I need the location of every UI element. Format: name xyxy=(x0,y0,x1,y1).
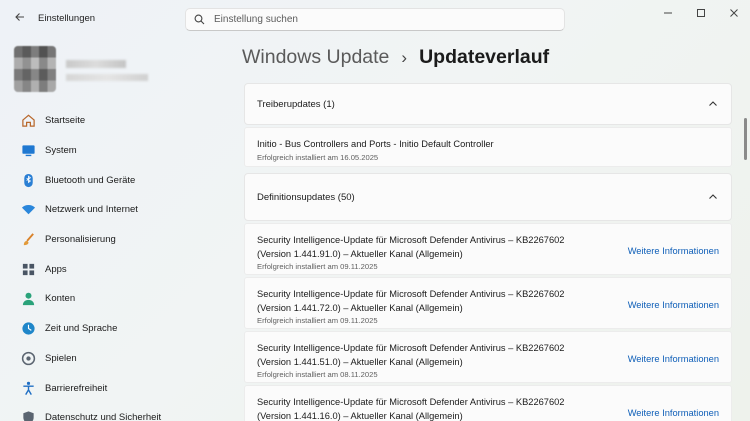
home-icon xyxy=(19,112,37,130)
scrollbar-thumb[interactable] xyxy=(744,118,747,160)
title-bar: Einstellungen xyxy=(0,0,750,38)
sidebar-nav: Startseite System Bluetooth und Geräte N… xyxy=(10,106,230,421)
update-status: Erfolgreich installiert am 09.11.2025 xyxy=(257,262,378,271)
update-title: Security Intelligence-Update für Microso… xyxy=(257,396,607,421)
sidebar-item-label: Personalisierung xyxy=(45,234,116,246)
definition-update-entry: Security Intelligence-Update für Microso… xyxy=(244,277,732,329)
sidebar-item-label: Bluetooth und Geräte xyxy=(45,174,136,186)
update-title-line2: (Version 1.441.16.0) – Aktueller Kanal (… xyxy=(257,410,463,421)
driver-update-entry: Initio - Bus Controllers and Ports - Ini… xyxy=(244,127,732,167)
person-icon xyxy=(19,290,37,308)
sidebar: Startseite System Bluetooth und Geräte N… xyxy=(0,38,235,421)
driver-updates-header[interactable]: Treiberupdates (1) xyxy=(244,83,732,125)
update-title-line2: (Version 1.441.51.0) – Aktueller Kanal (… xyxy=(257,356,463,367)
bluetooth-icon xyxy=(19,171,37,189)
definition-updates-header[interactable]: Definitionsupdates (50) xyxy=(244,173,732,221)
update-title-line2: (Version 1.441.91.0) – Aktueller Kanal (… xyxy=(257,248,463,259)
sidebar-item-zeit-sprache[interactable]: Zeit und Sprache xyxy=(10,314,230,344)
window-controls xyxy=(651,0,750,26)
maximize-icon[interactable] xyxy=(684,0,717,26)
sidebar-item-label: Zeit und Sprache xyxy=(45,323,118,335)
sidebar-item-datenschutz[interactable]: Datenschutz und Sicherheit xyxy=(10,403,230,421)
gamepad-icon xyxy=(19,349,37,367)
user-name-redacted xyxy=(66,60,126,68)
update-title: Security Intelligence-Update für Microso… xyxy=(257,234,607,261)
sidebar-item-personalisierung[interactable]: Personalisierung xyxy=(10,225,230,255)
user-profile[interactable] xyxy=(14,46,234,96)
breadcrumb-separator: › xyxy=(401,47,408,67)
sidebar-item-apps[interactable]: Apps xyxy=(10,254,230,284)
sidebar-item-system[interactable]: System xyxy=(10,136,230,166)
more-info-link[interactable]: Weitere Informationen xyxy=(628,408,719,418)
breadcrumb: Windows Update › Updateverlauf xyxy=(242,46,549,69)
section-title: Treiberupdates (1) xyxy=(257,98,335,110)
breadcrumb-parent-link[interactable]: Windows Update xyxy=(242,46,389,69)
globe-clock-icon xyxy=(19,320,37,338)
close-icon[interactable] xyxy=(717,0,750,26)
search-box[interactable] xyxy=(185,8,565,31)
user-email-redacted xyxy=(66,74,148,81)
definition-update-entry: Security Intelligence-Update für Microso… xyxy=(244,331,732,383)
sidebar-item-label: Spielen xyxy=(45,352,77,364)
sidebar-item-label: Barrierefreiheit xyxy=(45,382,108,394)
page-title: Updateverlauf xyxy=(419,46,550,68)
sidebar-item-label: Apps xyxy=(45,263,67,275)
sidebar-item-startseite[interactable]: Startseite xyxy=(10,106,230,136)
shield-icon xyxy=(19,409,37,421)
update-title-line2: (Version 1.441.72.0) – Aktueller Kanal (… xyxy=(257,302,463,313)
sidebar-item-label: Startseite xyxy=(45,115,86,127)
sidebar-item-label: System xyxy=(45,145,77,157)
chevron-up-icon[interactable] xyxy=(707,98,719,110)
monitor-icon xyxy=(19,142,37,160)
update-title: Security Intelligence-Update für Microso… xyxy=(257,342,607,369)
update-status: Erfolgreich installiert am 09.11.2025 xyxy=(257,316,378,325)
search-input[interactable] xyxy=(214,14,544,25)
sidebar-item-konten[interactable]: Konten xyxy=(10,284,230,314)
section-title: Definitionsupdates (50) xyxy=(257,191,355,203)
search-icon xyxy=(194,14,208,25)
sidebar-item-spielen[interactable]: Spielen xyxy=(10,344,230,374)
accessibility-icon xyxy=(19,379,37,397)
minimize-icon[interactable] xyxy=(651,0,684,26)
sidebar-item-label: Datenschutz und Sicherheit xyxy=(45,412,162,421)
wifi-icon xyxy=(19,201,37,219)
apps-icon xyxy=(19,260,37,278)
app-title: Einstellungen xyxy=(38,13,96,24)
sidebar-item-label: Konten xyxy=(45,293,76,305)
definition-update-entry: Security Intelligence-Update für Microso… xyxy=(244,223,732,275)
update-title-line1: Security Intelligence-Update für Microso… xyxy=(257,343,565,353)
sidebar-item-bluetooth[interactable]: Bluetooth und Geräte xyxy=(10,165,230,195)
back-arrow-icon[interactable] xyxy=(12,11,28,27)
more-info-link[interactable]: Weitere Informationen xyxy=(628,354,719,364)
more-info-link[interactable]: Weitere Informationen xyxy=(628,246,719,256)
brush-icon xyxy=(19,231,37,249)
update-title: Security Intelligence-Update für Microso… xyxy=(257,288,607,315)
sidebar-item-label: Netzwerk und Internet xyxy=(45,204,138,216)
sidebar-item-barrierefreiheit[interactable]: Barrierefreiheit xyxy=(10,373,230,403)
update-status: Erfolgreich installiert am 16.05.2025 xyxy=(257,153,379,162)
more-info-link[interactable]: Weitere Informationen xyxy=(628,300,719,310)
update-status: Erfolgreich installiert am 08.11.2025 xyxy=(257,370,378,379)
update-title: Initio - Bus Controllers and Ports - Ini… xyxy=(257,139,494,149)
sidebar-item-netzwerk[interactable]: Netzwerk und Internet xyxy=(10,195,230,225)
main-content: Windows Update › Updateverlauf Treiberup… xyxy=(242,38,750,421)
update-title-line1: Security Intelligence-Update für Microso… xyxy=(257,289,565,299)
update-title-line1: Security Intelligence-Update für Microso… xyxy=(257,397,565,407)
avatar xyxy=(14,46,56,92)
chevron-up-icon[interactable] xyxy=(707,191,719,203)
update-title-line1: Security Intelligence-Update für Microso… xyxy=(257,235,565,245)
definition-update-entry: Security Intelligence-Update für Microso… xyxy=(244,385,732,421)
